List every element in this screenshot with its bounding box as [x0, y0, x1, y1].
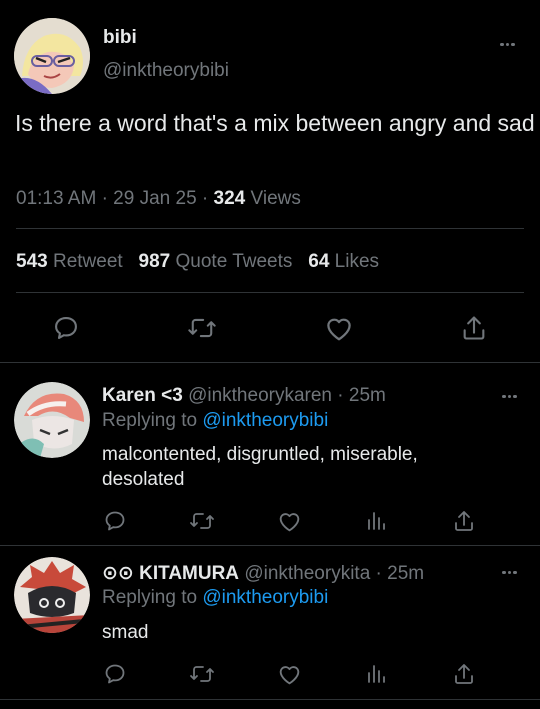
- more-icon[interactable]: [502, 394, 519, 398]
- more-icon[interactable]: [500, 42, 517, 48]
- avatar-kitamura-image: [14, 557, 90, 633]
- reply-icon: [105, 511, 125, 531]
- avatar-karen-image: [14, 382, 90, 458]
- divider: [16, 292, 524, 293]
- reply-time[interactable]: 25m: [387, 563, 424, 584]
- reply-header: ⊙⊙ KITAMURA @inktheorykita · 25m: [102, 562, 424, 585]
- likes-label: Likes: [334, 251, 380, 272]
- handle[interactable]: @inktheorybibi: [103, 60, 229, 82]
- retweet-icon: [190, 666, 214, 682]
- retweet-icon: [190, 513, 214, 529]
- replying-to: Replying to @inktheorybibi: [102, 410, 328, 432]
- quotes-label: Quote Tweets: [175, 251, 293, 272]
- display-name[interactable]: bibi: [103, 27, 137, 49]
- share-icon: [455, 511, 473, 531]
- quotes-stat[interactable]: 987 Quote Tweets: [139, 251, 293, 272]
- share-icon: [463, 316, 485, 340]
- divider: [0, 545, 540, 546]
- reply-action-views[interactable]: [365, 509, 387, 533]
- retweets-stat[interactable]: 543 Retweet: [16, 251, 123, 272]
- like-icon: [279, 513, 300, 532]
- quotes-count: 987: [138, 251, 171, 272]
- share-icon: [455, 664, 473, 684]
- reply-action-like[interactable]: [277, 662, 302, 686]
- avatar-karen[interactable]: [14, 382, 90, 458]
- replying-to-handle[interactable]: @inktheorybibi: [202, 410, 328, 431]
- like-icon: [279, 666, 300, 685]
- retweet-button[interactable]: [187, 314, 217, 342]
- reply-display-name[interactable]: Karen <3: [102, 385, 183, 406]
- divider: [0, 699, 540, 700]
- reply-action-views[interactable]: [365, 662, 387, 686]
- share-button[interactable]: [461, 314, 487, 342]
- divider: [16, 228, 524, 229]
- retweets-count: 543: [16, 251, 48, 272]
- reply-handle[interactable]: @inktheorykita: [244, 563, 370, 584]
- reply-action-retweet[interactable]: [189, 509, 215, 533]
- more-icon[interactable]: [502, 570, 519, 574]
- meta-sep: ·: [375, 563, 382, 584]
- like-button[interactable]: [324, 314, 354, 342]
- tweet-meta: 01:13 AM · 29 Jan 25 · 324 Views: [16, 188, 301, 210]
- retweet-icon: [188, 318, 216, 338]
- views-count: 324: [213, 188, 246, 209]
- replying-prefix: Replying to: [102, 587, 198, 608]
- replying-to-handle[interactable]: @inktheorybibi: [202, 587, 328, 608]
- reply-button[interactable]: [52, 314, 80, 342]
- avatar-bibi-image: [14, 18, 90, 94]
- views-label: Views: [250, 188, 301, 209]
- retweets-label: Retweet: [52, 251, 123, 272]
- avatar-bibi[interactable]: [14, 18, 90, 94]
- replying-to: Replying to @inktheorybibi: [102, 587, 328, 609]
- reply-action-reply[interactable]: [103, 509, 127, 533]
- reply-action-like[interactable]: [277, 509, 302, 533]
- reply-action-share[interactable]: [453, 662, 475, 686]
- meta-sep: ·: [101, 188, 108, 209]
- like-icon: [327, 318, 351, 341]
- reply-action-retweet[interactable]: [189, 662, 215, 686]
- meta-sep: ·: [201, 188, 209, 209]
- views-icon: [368, 665, 385, 683]
- reply-time[interactable]: 25m: [349, 385, 386, 406]
- avatar-kitamura[interactable]: [14, 557, 90, 633]
- tweet-stats: 543 Retweet 987 Quote Tweets 64 Likes: [16, 251, 379, 273]
- reply-header: Karen <3 @inktheorykaren · 25m: [102, 385, 386, 407]
- reply-action-share[interactable]: [453, 509, 475, 533]
- reply-text: malcontented, disgruntled, miserable, de…: [102, 444, 418, 490]
- replying-prefix: Replying to: [102, 410, 198, 431]
- reply-display-name[interactable]: ⊙⊙ KITAMURA: [102, 563, 239, 584]
- tweet-time[interactable]: 01:13 AM: [16, 188, 96, 209]
- reply-icon: [55, 317, 77, 339]
- reply-text: smad: [102, 622, 149, 643]
- reply-handle[interactable]: @inktheorykaren: [188, 385, 332, 406]
- tweet-date[interactable]: 29 Jan 25: [113, 188, 196, 209]
- likes-stat[interactable]: 64 Likes: [308, 251, 379, 272]
- meta-sep: ·: [337, 385, 344, 406]
- tweet-text: Is there a word that's a mix between ang…: [15, 110, 535, 136]
- reply-icon: [105, 664, 125, 684]
- divider: [0, 362, 540, 363]
- reply-action-reply[interactable]: [103, 662, 127, 686]
- likes-count: 64: [308, 251, 330, 272]
- views-icon: [368, 512, 385, 530]
